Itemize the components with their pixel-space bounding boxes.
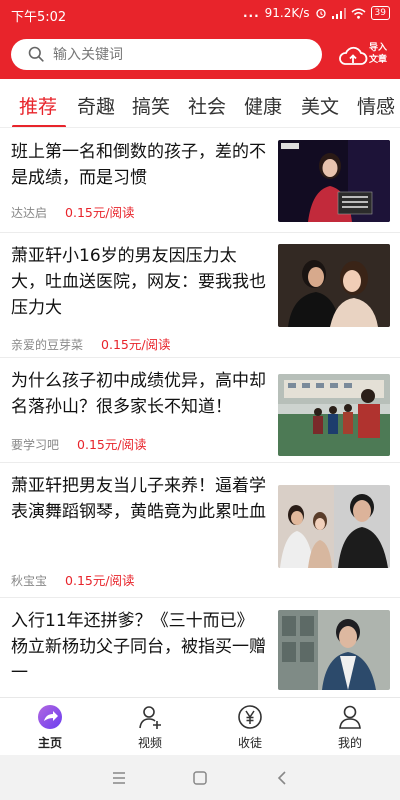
tab-funny[interactable]: 搞笑 xyxy=(132,92,170,119)
nav-profile[interactable]: 我的 xyxy=(320,704,380,751)
article-item[interactable]: 为什么孩子初中成绩优异，高中却名落孙山？很多家长不知道！ 要学习吧 0.15元/阅… xyxy=(0,358,400,463)
tab-recommend[interactable]: 推荐 xyxy=(19,92,57,119)
article-item[interactable]: 萧亚轩小16岁的男友因压力太大，吐血送医院，网友：要我我也压力大 亲爱的豆芽菜 0… xyxy=(0,233,400,358)
active-tab-indicator xyxy=(12,125,66,127)
alarm-icon xyxy=(315,8,326,19)
wifi-icon xyxy=(351,8,366,19)
search-icon xyxy=(28,46,44,62)
menu-icon[interactable] xyxy=(109,768,129,788)
article-item[interactable]: 萧亚轩把男友当儿子来养！逼着学表演舞蹈钢琴，黄皓竟为此累吐血 秋宝宝 0.15元/… xyxy=(0,463,400,598)
article-thumbnail xyxy=(278,610,390,690)
category-tabs: 推荐 奇趣 搞笑 社会 健康 美文 情感 xyxy=(0,80,400,128)
cloud-upload-icon xyxy=(339,46,368,65)
tab-emotion[interactable]: 情感 xyxy=(357,92,395,119)
article-author: 达达启 xyxy=(11,206,48,220)
article-thumbnail xyxy=(278,244,390,327)
article-feed: 班上第一名和倒数的孩子，差的不是成绩，而是习惯 达达启 0.15元/阅读 萧亚轩小… xyxy=(0,129,400,697)
article-thumbnail xyxy=(278,140,390,222)
article-meta: 达达启 0.15元/阅读 xyxy=(11,202,135,221)
tab-society[interactable]: 社会 xyxy=(188,92,226,119)
article-meta: 要学习吧 0.15元/阅读 xyxy=(11,434,147,453)
article-reward: 0.15元/阅读 xyxy=(65,205,135,220)
article-reward: 0.15元/阅读 xyxy=(65,573,135,588)
tab-health[interactable]: 健康 xyxy=(244,92,282,119)
nav-apprentice[interactable]: 收徒 xyxy=(220,704,280,751)
article-author: 要学习吧 xyxy=(11,438,60,452)
search-bar[interactable] xyxy=(11,39,322,70)
nav-home[interactable]: 主页 xyxy=(20,704,80,751)
battery-icon: 39 xyxy=(370,6,390,20)
profile-icon xyxy=(339,705,361,729)
video-user-icon xyxy=(139,706,161,729)
nav-home-label: 主页 xyxy=(37,736,62,750)
home-icon xyxy=(38,705,62,729)
article-thumbnail xyxy=(278,485,390,568)
network-speed: 91.2K/s xyxy=(264,6,310,20)
status-bar: 下午5:02 ... 91.2K/s 39 xyxy=(0,0,400,30)
article-thumbnail xyxy=(278,374,390,456)
search-input[interactable] xyxy=(53,43,313,66)
tab-essay[interactable]: 美文 xyxy=(301,92,339,119)
article-reward: 0.15元/阅读 xyxy=(101,337,171,352)
status-time: 下午5:02 xyxy=(11,10,67,25)
signal-icon xyxy=(331,7,346,19)
nav-video-label: 视频 xyxy=(137,736,162,750)
app-header: 下午5:02 ... 91.2K/s 39 导入 文章 xyxy=(0,0,400,79)
article-meta: 秋宝宝 0.15元/阅读 xyxy=(11,570,135,589)
status-dots: ... xyxy=(242,6,260,20)
article-title: 萧亚轩小16岁的男友因压力太大，吐血送医院，网友：要我我也压力大 xyxy=(11,246,266,318)
article-title: 萧亚轩把男友当儿子来养！逼着学表演舞蹈钢琴，黄皓竟为此累吐血 xyxy=(11,476,266,522)
article-author: 秋宝宝 xyxy=(11,574,48,588)
article-author: 亲爱的豆芽菜 xyxy=(11,338,84,352)
nav-video[interactable]: 视频 xyxy=(120,704,180,751)
back-icon[interactable] xyxy=(272,768,292,788)
article-meta: 亲爱的豆芽菜 0.15元/阅读 xyxy=(11,334,171,353)
import-article-button[interactable]: 导入 文章 xyxy=(336,38,396,74)
nav-apprentice-label: 收徒 xyxy=(237,736,262,750)
article-title: 为什么孩子初中成绩优异，高中却名落孙山？很多家长不知道！ xyxy=(11,371,266,417)
home-square-icon[interactable] xyxy=(190,768,210,788)
article-title: 班上第一名和倒数的孩子，差的不是成绩，而是习惯 xyxy=(11,142,266,188)
import-label-1: 导入 xyxy=(369,43,388,53)
nav-profile-label: 我的 xyxy=(337,736,362,750)
import-label-2: 文章 xyxy=(369,55,388,65)
yuan-coin-icon xyxy=(238,705,262,729)
article-item[interactable]: 班上第一名和倒数的孩子，差的不是成绩，而是习惯 达达启 0.15元/阅读 xyxy=(0,129,400,233)
bottom-navigation: 主页 视频 收徒 我的 xyxy=(0,697,400,755)
article-item[interactable]: 入行11年还拼爹？《三十而已》杨立新杨玏父子同台，被指买一赠一 xyxy=(0,598,400,697)
tab-fun[interactable]: 奇趣 xyxy=(77,92,115,119)
system-navigation-bar xyxy=(0,755,400,800)
article-title: 入行11年还拼爹？《三十而已》杨立新杨玏父子同台，被指买一赠一 xyxy=(11,611,266,683)
article-reward: 0.15元/阅读 xyxy=(77,437,147,452)
